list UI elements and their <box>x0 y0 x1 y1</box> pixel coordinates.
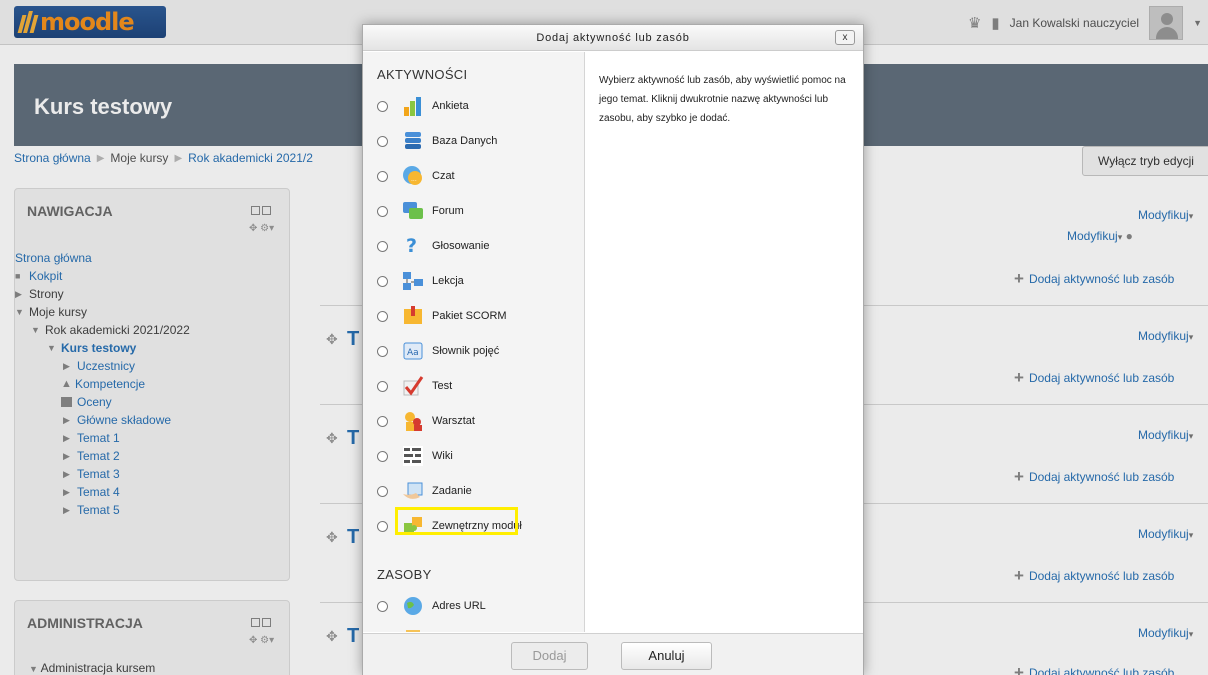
wiki-icon <box>402 445 424 467</box>
radio-button[interactable] <box>377 205 388 217</box>
assignment-icon <box>402 480 424 502</box>
lesson-icon <box>402 270 424 292</box>
option-glossary[interactable]: Aa Słownik pojęć <box>377 337 499 365</box>
option-url[interactable]: Adres URL <box>377 592 486 620</box>
radio-button[interactable] <box>377 380 388 392</box>
activity-options-list[interactable]: AKTYWNOŚCI Ankieta Baza Danych ... Czat <box>363 52 585 632</box>
radio-button[interactable] <box>377 485 388 497</box>
option-lesson[interactable]: Lekcja <box>377 267 464 295</box>
option-scorm[interactable]: Pakiet SCORM <box>377 302 507 330</box>
radio-button[interactable] <box>377 450 388 462</box>
add-activity-dialog: Dodaj aktywność lub zasób x AKTYWNOŚCI A… <box>362 24 864 675</box>
option-workshop[interactable]: Warsztat <box>377 407 475 435</box>
radio-button[interactable] <box>377 240 388 252</box>
quiz-icon <box>402 375 424 397</box>
option-forum[interactable]: Forum <box>377 197 464 225</box>
option-assignment[interactable]: Zadanie <box>377 477 472 505</box>
selection-highlight <box>395 507 518 535</box>
radio-button[interactable] <box>377 600 388 612</box>
option-wiki[interactable]: Wiki <box>377 442 453 470</box>
option-database[interactable]: Baza Danych <box>377 127 497 155</box>
database-icon <box>402 130 424 152</box>
radio-button[interactable] <box>377 310 388 322</box>
option-survey[interactable]: Ankieta <box>377 92 469 120</box>
radio-button[interactable] <box>377 520 388 532</box>
glossary-icon: Aa <box>402 340 424 362</box>
option-quiz[interactable]: Test <box>377 372 452 400</box>
workshop-icon <box>402 410 424 432</box>
svg-text:Aa: Aa <box>407 348 419 358</box>
radio-button[interactable] <box>377 275 388 287</box>
radio-button[interactable] <box>377 345 388 357</box>
option-partially-hidden[interactable] <box>377 627 432 632</box>
scorm-icon <box>402 305 424 327</box>
radio-button[interactable] <box>377 100 388 112</box>
option-choice[interactable]: ? Głosowanie <box>377 232 489 260</box>
dialog-title: Dodaj aktywność lub zasób <box>536 32 690 44</box>
survey-icon <box>402 95 424 117</box>
chat-icon: ... <box>402 165 424 187</box>
forum-icon <box>402 200 424 222</box>
option-chat[interactable]: ... Czat <box>377 162 455 190</box>
resources-category-label: ZASOBY <box>377 567 432 582</box>
dialog-help-text: Wybierz aktywność lub zasób, aby wyświet… <box>599 75 846 124</box>
close-icon[interactable]: x <box>835 30 855 45</box>
radio-button[interactable] <box>377 170 388 182</box>
choice-icon: ? <box>402 235 424 257</box>
radio-button[interactable] <box>377 415 388 427</box>
cancel-button[interactable]: Anuluj <box>621 642 712 670</box>
svg-text:...: ... <box>411 176 417 183</box>
svg-text:?: ? <box>406 235 417 257</box>
resource-icon <box>402 630 424 632</box>
activities-category-label: AKTYWNOŚCI <box>377 67 468 82</box>
add-button[interactable]: Dodaj <box>511 642 588 670</box>
dialog-footer: Dodaj Anuluj <box>363 633 863 675</box>
dialog-header: Dodaj aktywność lub zasób x <box>363 25 863 51</box>
url-icon <box>402 595 424 617</box>
radio-button[interactable] <box>377 135 388 147</box>
